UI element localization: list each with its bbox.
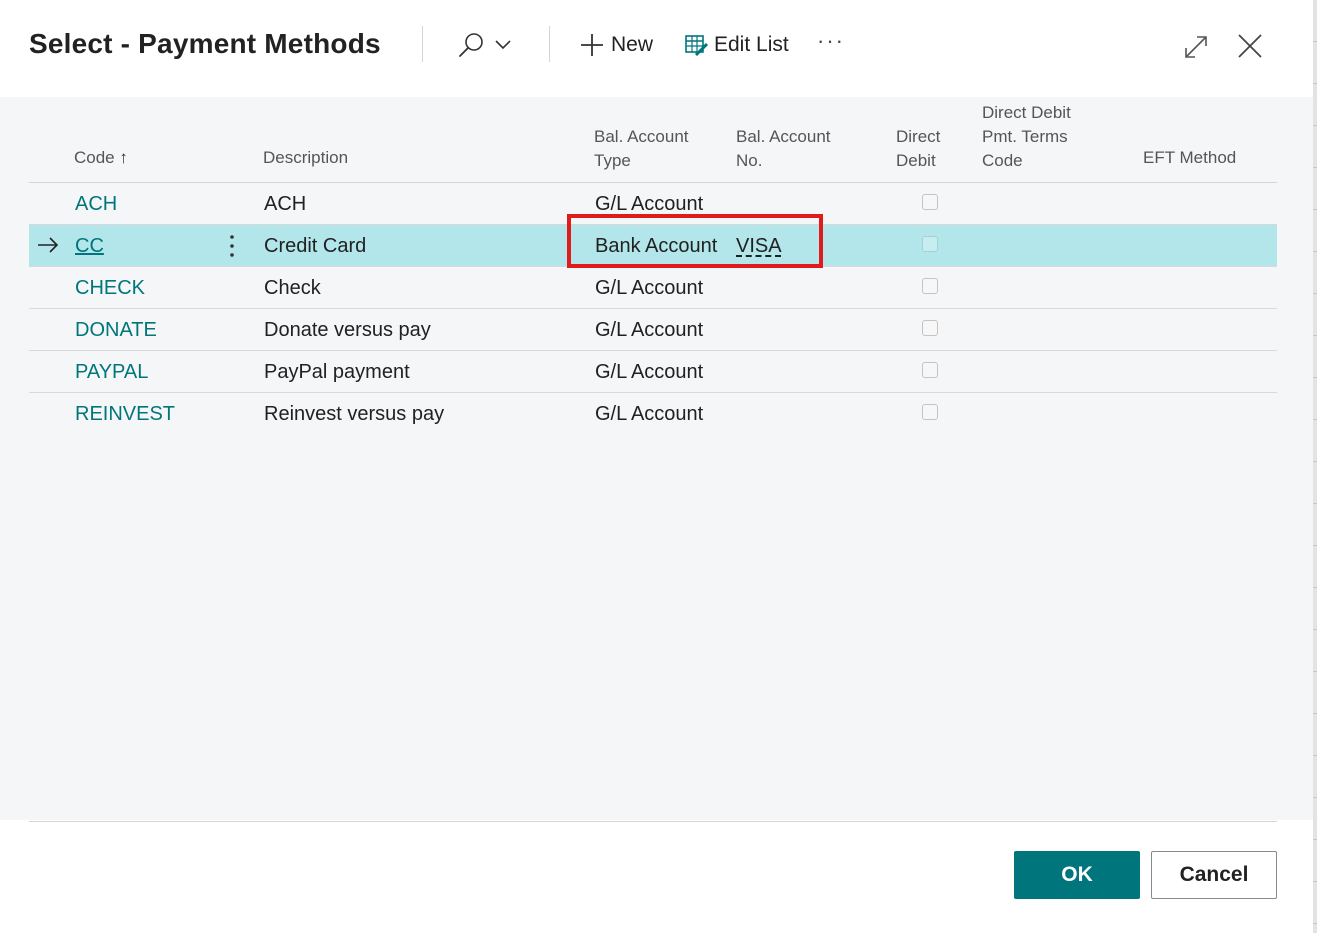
dialog-title: Select - Payment Methods <box>29 28 381 59</box>
footer-divider <box>29 821 1277 822</box>
cell-code[interactable]: CC <box>75 225 104 266</box>
column-header-eft-method[interactable]: EFT Method <box>1143 146 1236 170</box>
cell-code[interactable]: PAYPAL <box>75 351 148 392</box>
current-row-arrow-icon <box>37 237 59 258</box>
cell-bal-account-type: G/L Account <box>595 277 704 299</box>
close-button[interactable] <box>1235 29 1265 63</box>
column-header-label: Code <box>982 151 1023 170</box>
column-header-direct-debit-pmt-terms[interactable]: Direct Debit Pmt. Terms Code <box>982 101 1071 173</box>
column-header-label: Bal. Account <box>736 127 831 146</box>
direct-debit-checkbox[interactable] <box>922 362 938 378</box>
table-row[interactable]: PAYPAL PayPal payment G/L Account <box>29 351 1277 393</box>
cell-description: Credit Card <box>264 235 367 257</box>
plus-icon <box>579 32 605 58</box>
column-header-label: Pmt. Terms <box>982 127 1068 146</box>
direct-debit-checkbox[interactable] <box>922 278 938 294</box>
search-icon <box>456 30 486 60</box>
column-header-label: No. <box>736 151 763 170</box>
table-row[interactable]: DONATE Donate versus pay G/L Account <box>29 309 1277 351</box>
direct-debit-checkbox[interactable] <box>922 236 938 252</box>
edit-list-label: Edit List <box>714 33 789 56</box>
cell-code[interactable]: REINVEST <box>75 393 175 434</box>
cancel-button[interactable]: Cancel <box>1151 851 1277 899</box>
new-button-label: New <box>611 33 654 56</box>
column-header-description[interactable]: Description <box>263 146 348 170</box>
dialog-header: Select - Payment Methods New Edit List ·… <box>0 0 1313 97</box>
row-actions-icon[interactable] <box>228 234 236 263</box>
cell-bal-account-type: G/L Account <box>595 403 704 425</box>
cell-description: Check <box>264 277 321 299</box>
direct-debit-checkbox[interactable] <box>922 404 938 420</box>
background-page-strip <box>1313 0 1317 933</box>
column-header-direct-debit[interactable]: Direct Debit <box>896 125 940 173</box>
cell-bal-account-type: G/L Account <box>595 361 704 383</box>
chevron-down-icon[interactable] <box>494 39 512 51</box>
more-actions-button[interactable]: ··· <box>817 24 845 58</box>
cell-code[interactable]: DONATE <box>75 309 157 350</box>
edit-list-icon <box>684 32 710 58</box>
more-icon: ··· <box>817 28 845 53</box>
close-icon <box>1235 31 1265 61</box>
toolbar-separator <box>549 26 550 62</box>
column-header-label: Debit <box>896 151 936 170</box>
direct-debit-checkbox[interactable] <box>922 320 938 336</box>
expand-button[interactable] <box>1182 30 1210 64</box>
column-header-label: Bal. Account <box>594 127 689 146</box>
direct-debit-checkbox[interactable] <box>922 194 938 210</box>
cell-description: Reinvest versus pay <box>264 403 445 425</box>
column-header-code[interactable]: Code ↑ <box>74 146 128 170</box>
column-header-bal-account-no[interactable]: Bal. Account No. <box>736 125 831 173</box>
toolbar-separator <box>422 26 423 62</box>
cell-description: PayPal payment <box>264 361 410 383</box>
search-button[interactable] <box>456 28 512 62</box>
expand-icon <box>1182 33 1210 61</box>
table-row[interactable]: CHECK Check G/L Account <box>29 267 1277 309</box>
cell-bal-account-type: G/L Account <box>595 319 704 341</box>
sort-ascending-icon: ↑ <box>119 148 128 167</box>
ok-button[interactable]: OK <box>1014 851 1140 899</box>
edit-list-button[interactable]: Edit List <box>684 28 789 62</box>
highlight-annotation-box <box>567 214 823 268</box>
cell-code[interactable]: ACH <box>75 183 117 224</box>
table-row[interactable]: REINVEST Reinvest versus pay G/L Account <box>29 393 1277 434</box>
new-button[interactable]: New <box>579 28 653 62</box>
cell-code[interactable]: CHECK <box>75 267 145 308</box>
column-header-bal-account-type[interactable]: Bal. Account Type <box>594 125 689 173</box>
column-header-label: Type <box>594 151 631 170</box>
cell-description: Donate versus pay <box>264 319 431 341</box>
column-header-label: Direct Debit <box>982 103 1071 122</box>
column-header-code-label: Code <box>74 148 115 167</box>
column-header-label: Direct <box>896 127 941 146</box>
cell-description: ACH <box>264 193 307 215</box>
